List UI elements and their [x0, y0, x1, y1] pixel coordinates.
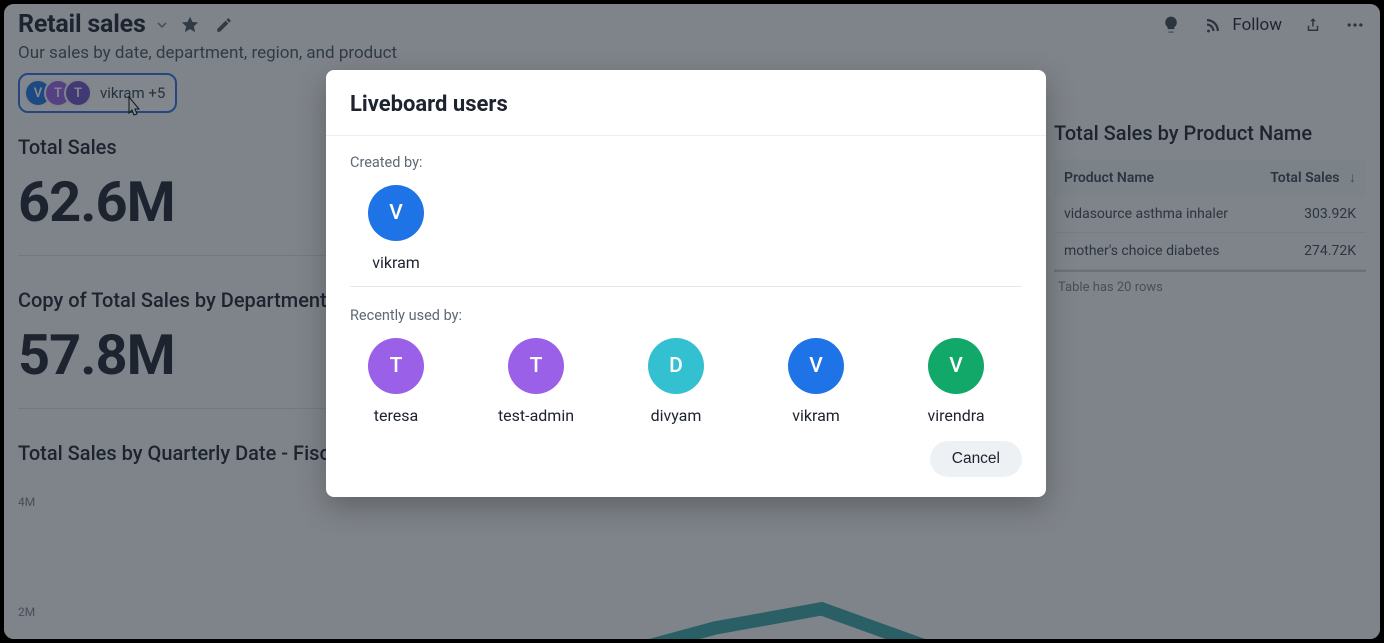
insights-icon[interactable] — [1160, 14, 1182, 36]
user-cell[interactable]: Ddivyam — [630, 338, 722, 425]
created-by-label: Created by: — [350, 154, 1022, 171]
user-cell[interactable]: Tteresa — [350, 338, 442, 425]
user-cell[interactable]: Vvirendra — [910, 338, 1002, 425]
col-product[interactable]: Product Name — [1054, 159, 1252, 196]
user-cell[interactable]: Vvikram — [350, 185, 442, 272]
y-tick: 2M — [18, 605, 35, 619]
line-chart — [78, 475, 1034, 639]
avatar: T — [508, 338, 564, 394]
col-total-sales[interactable]: Total Sales ↓ — [1252, 159, 1366, 196]
cell-product: vidasource asthma inhaler — [1054, 196, 1252, 233]
table-row[interactable]: vidasource asthma inhaler303.92K — [1054, 196, 1366, 233]
sort-desc-icon: ↓ — [1349, 170, 1356, 186]
cursor-icon — [123, 95, 143, 123]
follow-label: Follow — [1232, 15, 1282, 35]
page-subtitle: Our sales by date, department, region, a… — [18, 43, 1366, 63]
user-name: virendra — [927, 406, 984, 425]
y-tick: 4M — [18, 495, 35, 509]
liveboard-users-modal: Liveboard users Created by: Vvikram Rece… — [326, 70, 1046, 497]
cancel-button[interactable]: Cancel — [930, 441, 1022, 477]
recently-used-label: Recently used by: — [350, 307, 1022, 324]
card-title: Total Sales by Product Name — [1054, 121, 1366, 145]
more-icon[interactable] — [1344, 14, 1366, 36]
user-name: vikram — [372, 253, 420, 272]
rss-icon — [1202, 14, 1224, 36]
avatar: V — [368, 185, 424, 241]
table-row[interactable]: mother's choice diabetes274.72K — [1054, 233, 1366, 270]
title-dropdown-icon[interactable] — [156, 19, 168, 31]
user-cell[interactable]: Vvikram — [770, 338, 862, 425]
user-name: divyam — [651, 406, 702, 425]
cell-value: 274.72K — [1252, 233, 1366, 270]
avatar: D — [648, 338, 704, 394]
avatar: V — [928, 338, 984, 394]
user-cell[interactable]: Ttest-admin — [490, 338, 582, 425]
user-name: test-admin — [498, 406, 574, 425]
follow-button[interactable]: Follow — [1202, 14, 1282, 36]
cell-product: mother's choice diabetes — [1054, 233, 1252, 270]
user-chip-avatars: VTT — [24, 79, 92, 107]
divider — [350, 286, 1022, 287]
user-chip[interactable]: VTT vikram +5 — [18, 73, 177, 113]
table-footer: Table has 20 rows — [1054, 270, 1366, 303]
avatar: T — [368, 338, 424, 394]
edit-icon[interactable] — [212, 13, 236, 37]
cell-value: 303.92K — [1252, 196, 1366, 233]
user-name: teresa — [374, 406, 418, 425]
favorite-icon[interactable] — [178, 13, 202, 37]
header-actions: Follow — [1160, 14, 1366, 36]
avatar: V — [788, 338, 844, 394]
user-name: vikram — [792, 406, 840, 425]
table-by-product: Total Sales by Product Name Product Name… — [1054, 121, 1366, 639]
modal-title: Liveboard users — [350, 92, 1022, 117]
page-title: Retail sales — [18, 10, 146, 39]
avatar: T — [64, 79, 92, 107]
share-icon[interactable] — [1302, 14, 1324, 36]
title-row: Retail sales Follow — [18, 10, 1366, 39]
